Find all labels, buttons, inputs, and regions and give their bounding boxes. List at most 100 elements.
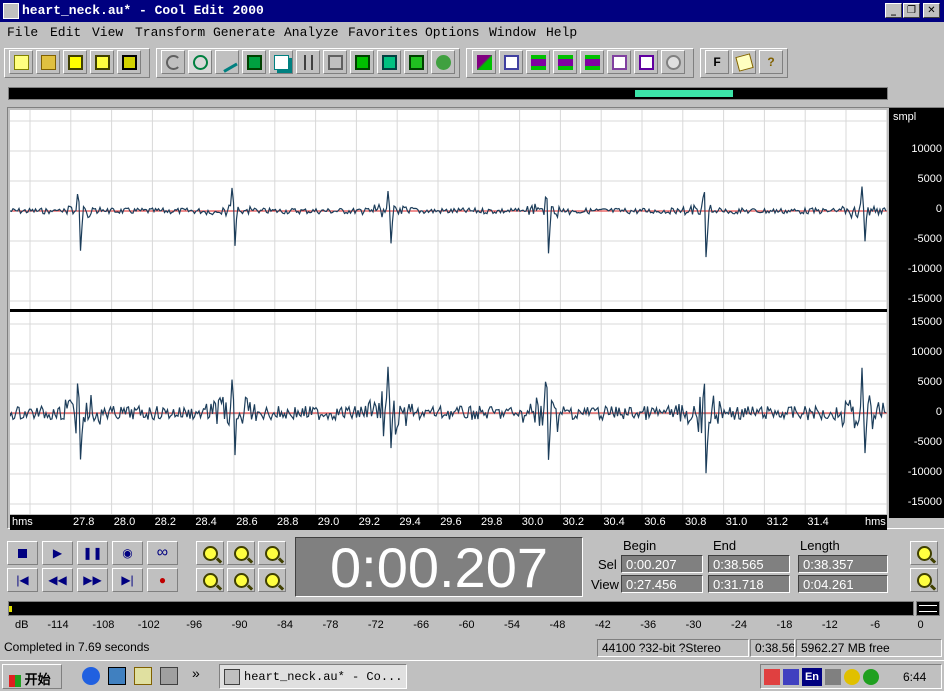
quicklaunch-chevron[interactable]: » <box>192 665 200 681</box>
save-icon[interactable] <box>63 50 87 74</box>
stop-icon[interactable] <box>7 541 38 565</box>
play-icon[interactable]: ▶ <box>42 541 73 565</box>
timeline-tick: 30.8 <box>685 516 707 528</box>
new-file-icon[interactable] <box>9 50 33 74</box>
trim-icon[interactable] <box>377 50 401 74</box>
transport-controls: ▶ ❚❚ ◉ ∞ |◀ ◀◀ ▶▶ ▶| ● <box>5 537 183 595</box>
spectrum-icon[interactable] <box>526 50 550 74</box>
loop-icon[interactable]: ∞ <box>147 541 178 565</box>
tray-volume-icon[interactable] <box>825 669 841 685</box>
overview-bar[interactable] <box>8 87 888 100</box>
open-file-icon[interactable] <box>36 50 60 74</box>
tray-monitor-icon[interactable] <box>844 669 860 685</box>
desktop-quicklaunch-icon[interactable] <box>108 667 126 685</box>
filter-icon[interactable] <box>580 50 604 74</box>
overview-visible-range[interactable] <box>635 90 733 97</box>
amplitude-axis: smpl 10000 5000 0 -5000 -10000 -15000 15000 100… <box>889 108 944 518</box>
db-tick: -18 <box>776 619 793 631</box>
sel-begin-field[interactable]: 0:00.207 <box>621 555 703 573</box>
editor-quicklaunch-icon[interactable] <box>134 667 152 685</box>
record-icon[interactable]: ● <box>147 568 178 592</box>
menu-window[interactable]: Window <box>489 25 536 40</box>
taskbar-button-cool-edit[interactable]: heart_neck.au* - Co... <box>219 664 407 689</box>
menu-view[interactable]: View <box>92 25 123 40</box>
select-all-icon[interactable] <box>242 50 266 74</box>
f-button[interactable]: F <box>705 50 729 74</box>
db-tick: -114 <box>47 619 69 631</box>
help-button[interactable]: ? <box>759 50 783 74</box>
convert-icon[interactable] <box>431 50 455 74</box>
cd-icon[interactable] <box>661 50 685 74</box>
menu-transform[interactable]: Transform <box>135 25 205 40</box>
menu-analyze[interactable]: Analyze <box>284 25 339 40</box>
menu-edit[interactable]: Edit <box>50 25 81 40</box>
tray-language[interactable]: En <box>802 668 822 686</box>
scripts-icon[interactable] <box>732 50 756 74</box>
insert-icon[interactable] <box>404 50 428 74</box>
tray-network-icon[interactable] <box>783 669 799 685</box>
envelope-icon[interactable] <box>472 50 496 74</box>
minimize-button[interactable]: _ <box>885 3 902 18</box>
cut-scissors-icon[interactable] <box>296 50 320 74</box>
db-tick: -48 <box>549 619 566 631</box>
cut-icon[interactable] <box>215 50 239 74</box>
zoom-in-icon[interactable] <box>196 541 224 565</box>
amplify-icon[interactable] <box>499 50 523 74</box>
begin-header: Begin <box>623 538 657 553</box>
menu-file[interactable]: File <box>7 25 38 40</box>
lower-tick: -5000 <box>913 436 942 448</box>
zoom-right-icon[interactable] <box>258 568 286 592</box>
zoom-left-icon[interactable] <box>227 568 255 592</box>
system-tray: En 6:44 <box>760 664 942 689</box>
zoom-full-icon[interactable] <box>258 541 286 565</box>
save-all-icon[interactable] <box>90 50 114 74</box>
repeat-icon[interactable] <box>188 50 212 74</box>
zoom-out-vertical-icon[interactable] <box>910 568 938 592</box>
zoom-out-icon[interactable] <box>227 541 255 565</box>
menu-generate[interactable]: Generate <box>213 25 275 40</box>
view-begin-field[interactable]: 0:27.456 <box>621 575 703 593</box>
sel-end-field[interactable]: 0:38.565 <box>708 555 790 573</box>
copy-icon[interactable] <box>269 50 293 74</box>
app-icon[interactable] <box>3 3 19 19</box>
view-end-field[interactable]: 0:31.718 <box>708 575 790 593</box>
level-meter-indicator <box>9 606 12 612</box>
restore-button[interactable]: ❐ <box>903 3 920 18</box>
go-end-icon[interactable]: ▶| <box>112 568 143 592</box>
zoom-in-vertical-icon[interactable] <box>910 541 938 565</box>
mix-paste-icon[interactable] <box>350 50 374 74</box>
pause-icon[interactable]: ❚❚ <box>77 541 108 565</box>
close-file-icon[interactable] <box>117 50 141 74</box>
waveform-canvas[interactable] <box>10 110 887 514</box>
timeline-tick: 29.4 <box>399 516 421 528</box>
close-button[interactable]: ✕ <box>923 3 940 18</box>
play-list-icon[interactable] <box>634 50 658 74</box>
noise-icon[interactable] <box>607 50 631 74</box>
timeline-tick: 29.2 <box>358 516 381 528</box>
timeline-tick: 31.0 <box>725 516 748 528</box>
menu-favorites[interactable]: Favorites <box>348 25 418 40</box>
zoom-selection-icon[interactable] <box>196 568 224 592</box>
timeline-tick: 28.2 <box>154 516 177 528</box>
computer-quicklaunch-icon[interactable] <box>160 667 178 685</box>
tray-status-icon[interactable] <box>863 669 879 685</box>
frequency-icon[interactable] <box>553 50 577 74</box>
timeline-ruler[interactable]: hms hms 27.8 28.0 28.2 28.4 28.6 28.8 29.0 29.2… <box>10 515 887 530</box>
tray-app-icon[interactable] <box>764 669 780 685</box>
db-tick: -102 <box>137 619 160 631</box>
rewind-icon[interactable]: ◀◀ <box>42 568 73 592</box>
menu-help[interactable]: Help <box>546 25 577 40</box>
start-button[interactable]: 开始 <box>2 664 62 689</box>
waveform-display[interactable]: smpl 10000 5000 0 -5000 -10000 -15000 15000 100… <box>7 107 944 530</box>
play-to-end-icon[interactable]: ◉ <box>112 541 143 565</box>
sel-length-field[interactable]: 0:38.357 <box>798 555 888 573</box>
go-start-icon[interactable]: |◀ <box>7 568 38 592</box>
paste-icon[interactable] <box>323 50 347 74</box>
upper-channel-waveform <box>10 186 887 258</box>
view-length-field[interactable]: 0:04.261 <box>798 575 888 593</box>
status-free-space: 5962.27 MB free <box>796 639 942 657</box>
undo-icon[interactable] <box>161 50 185 74</box>
fast-forward-icon[interactable]: ▶▶ <box>77 568 108 592</box>
menu-options[interactable]: Options <box>425 25 480 40</box>
browser-quicklaunch-icon[interactable] <box>82 667 100 685</box>
